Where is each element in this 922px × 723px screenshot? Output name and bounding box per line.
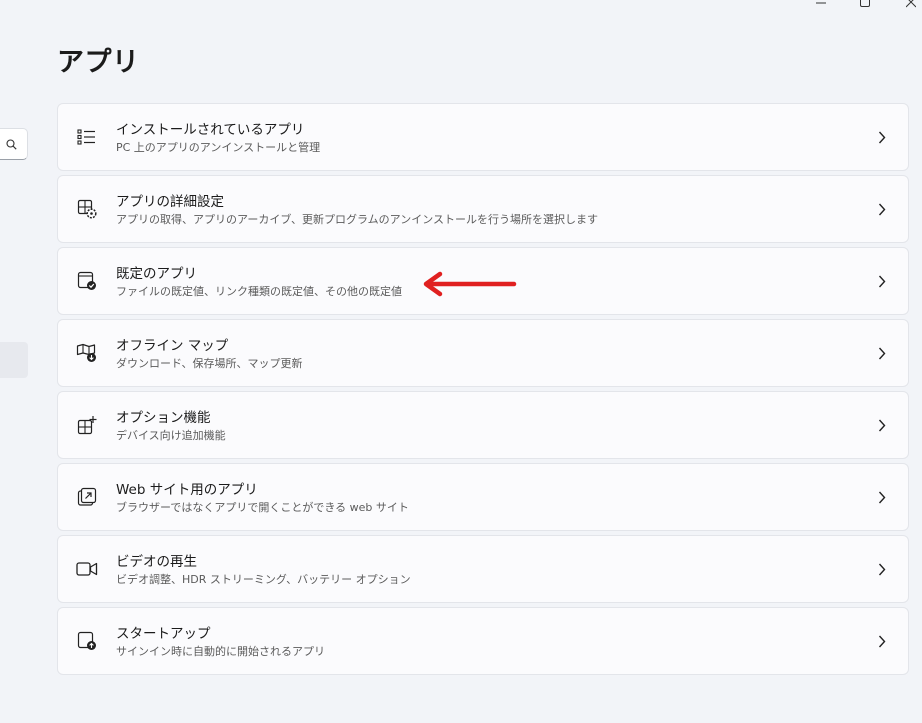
item-description: サインイン時に自動的に開始されるアプリ xyxy=(116,645,325,658)
sidebar-selected-item[interactable] xyxy=(0,342,28,378)
default-apps-icon xyxy=(76,270,98,292)
apps-for-websites-item[interactable]: Web サイト用のアプリ ブラウザーではなくアプリで開くことができる web サ… xyxy=(57,463,909,531)
advanced-app-settings-icon xyxy=(76,198,98,220)
offline-maps-item[interactable]: オフライン マップ ダウンロード、保存場所、マップ更新 xyxy=(57,319,909,387)
chevron-right-icon xyxy=(876,130,888,144)
video-playback-icon xyxy=(76,558,98,580)
item-title: オフライン マップ xyxy=(116,338,229,354)
item-title: スタートアップ xyxy=(116,626,211,642)
optional-features-item[interactable]: オプション機能 デバイス向け追加機能 xyxy=(57,391,909,459)
maximize-button[interactable] xyxy=(850,0,880,10)
chevron-right-icon xyxy=(876,634,888,648)
advanced-app-settings-item[interactable]: アプリの詳細設定 アプリの取得、アプリのアーカイブ、更新プログラムのアンインスト… xyxy=(57,175,909,243)
item-description: ブラウザーではなくアプリで開くことができる web サイト xyxy=(116,501,409,514)
red-arrow-annotation xyxy=(423,271,517,297)
item-title: Web サイト用のアプリ xyxy=(116,482,258,498)
startup-icon xyxy=(76,630,98,652)
chevron-right-icon xyxy=(876,202,888,216)
settings-page: アプリ インストールされているアプリ PC 上のアプリのアンインストールと管理 xyxy=(0,0,922,723)
optional-features-icon xyxy=(76,414,98,436)
item-title: インストールされているアプリ xyxy=(116,122,305,138)
item-title: アプリの詳細設定 xyxy=(116,194,224,210)
page-title: アプリ xyxy=(57,47,140,78)
item-description: ビデオ調整、HDR ストリーミング、バッテリー オプション xyxy=(116,573,411,586)
startup-item[interactable]: スタートアップ サインイン時に自動的に開始されるアプリ xyxy=(57,607,909,675)
minimize-button[interactable] xyxy=(806,0,836,10)
apps-for-websites-icon xyxy=(76,486,98,508)
minimize-icon xyxy=(816,2,826,4)
chevron-right-icon xyxy=(876,490,888,504)
installed-apps-item[interactable]: インストールされているアプリ PC 上のアプリのアンインストールと管理 xyxy=(57,103,909,171)
chevron-right-icon xyxy=(876,346,888,360)
item-description: アプリの取得、アプリのアーカイブ、更新プログラムのアンインストールを行う場所を選… xyxy=(116,213,599,226)
chevron-right-icon xyxy=(876,418,888,432)
item-title: オプション機能 xyxy=(116,410,211,426)
search-icon xyxy=(6,138,17,150)
sidebar-search-box[interactable] xyxy=(0,128,28,160)
item-description: PC 上のアプリのアンインストールと管理 xyxy=(116,141,321,154)
item-description: デバイス向け追加機能 xyxy=(116,429,226,442)
video-playback-item[interactable]: ビデオの再生 ビデオ調整、HDR ストリーミング、バッテリー オプション xyxy=(57,535,909,603)
maximize-icon xyxy=(860,0,870,7)
close-button[interactable] xyxy=(896,0,922,10)
close-icon xyxy=(906,0,916,8)
settings-list: インストールされているアプリ PC 上のアプリのアンインストールと管理 アプリの… xyxy=(57,103,909,679)
chevron-right-icon xyxy=(876,562,888,576)
item-description: ダウンロード、保存場所、マップ更新 xyxy=(116,357,303,370)
offline-maps-icon xyxy=(76,342,98,364)
item-title: ビデオの再生 xyxy=(116,554,197,570)
installed-apps-list-icon xyxy=(76,126,98,148)
chevron-right-icon xyxy=(876,274,888,288)
